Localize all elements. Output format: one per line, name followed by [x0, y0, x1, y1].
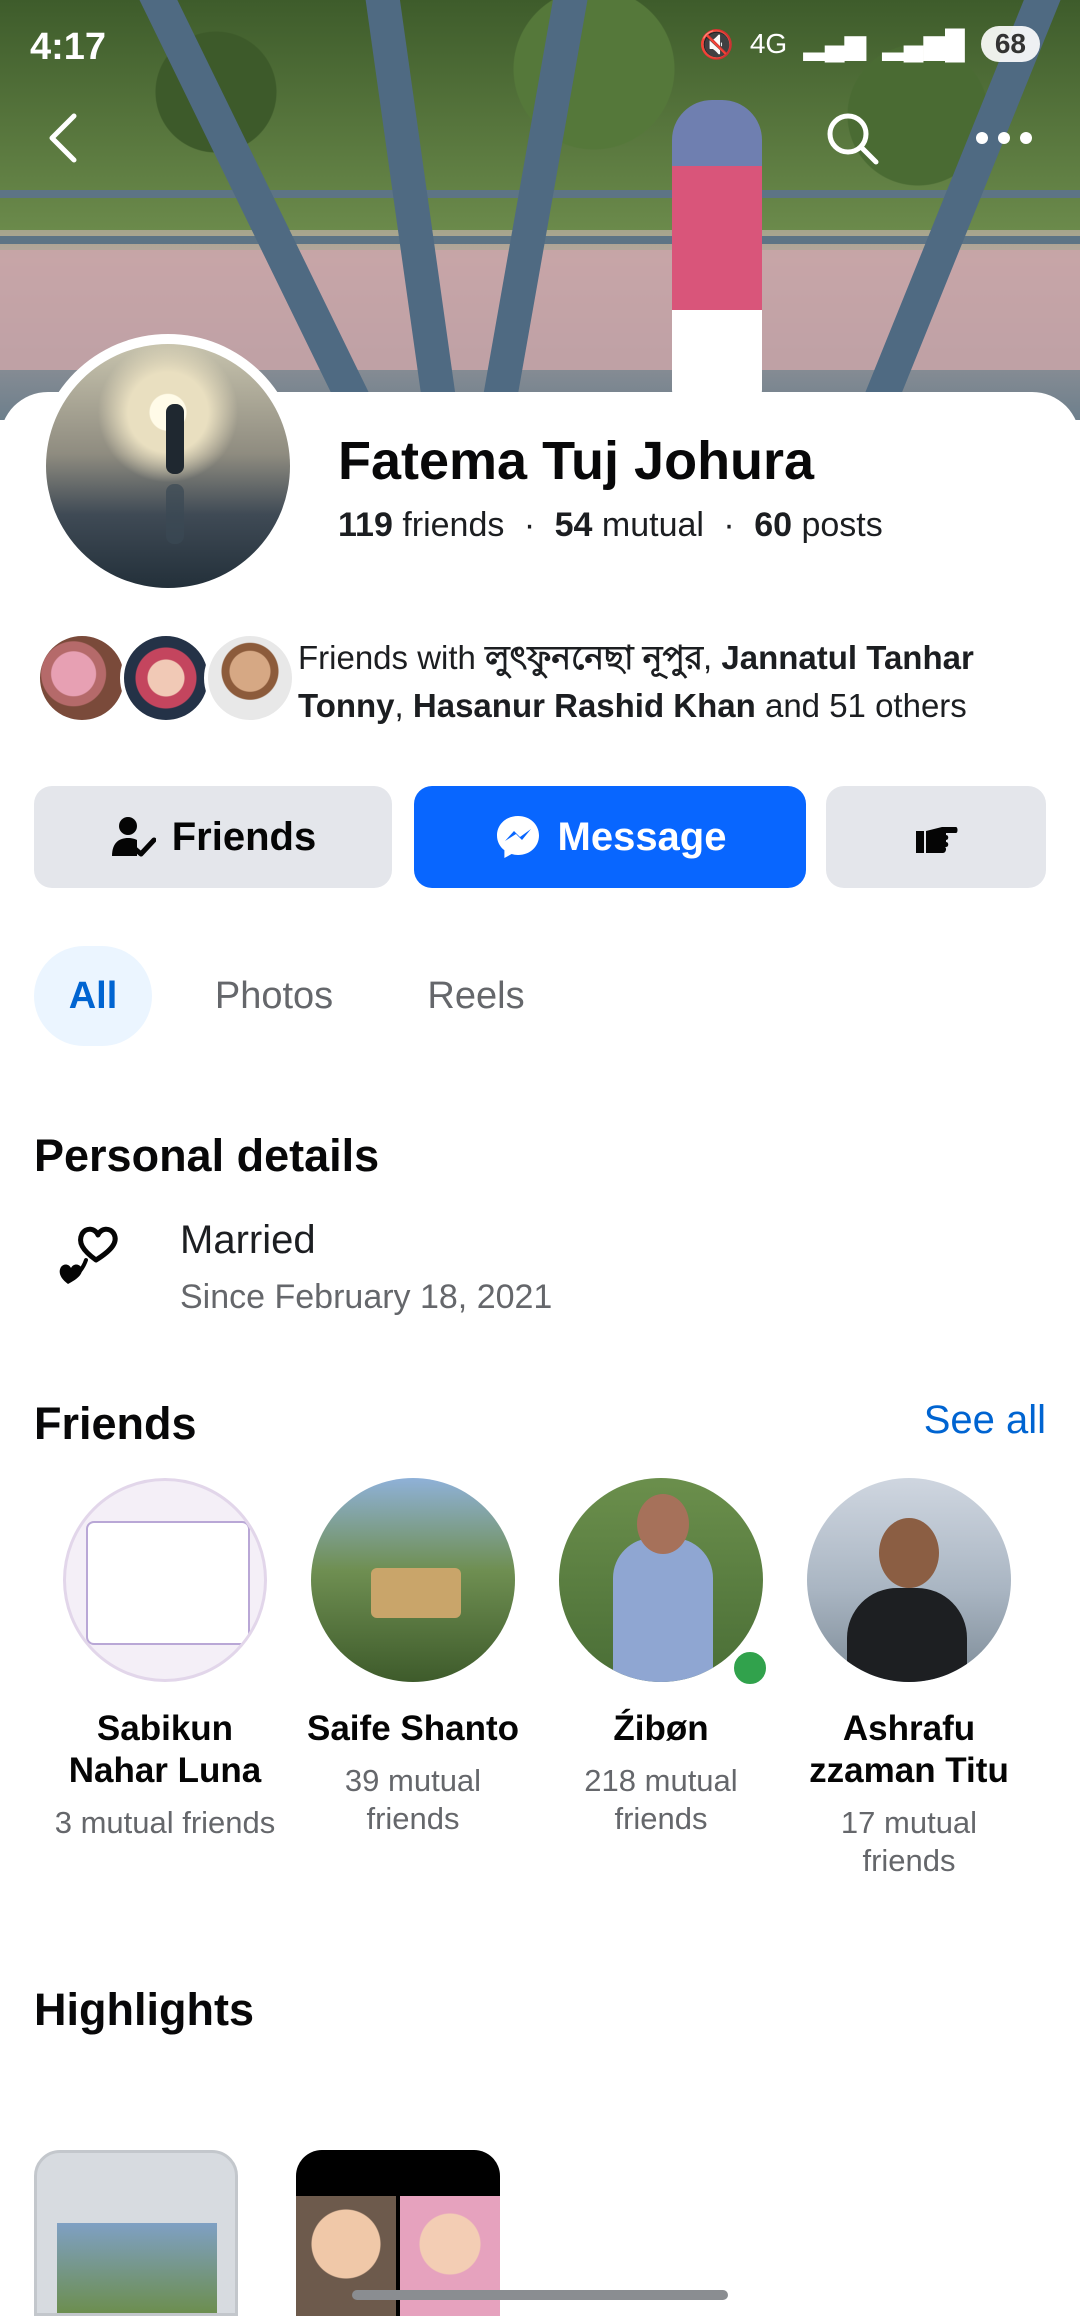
friend-name: Ashrafu zzaman Titu: [809, 1709, 1009, 1790]
status-time: 4:17: [30, 26, 107, 68]
mutual-prefix: Friends with: [298, 639, 486, 676]
stats-separator: ·: [523, 506, 536, 544]
hearts-icon: [59, 1226, 118, 1284]
messenger-icon: [496, 816, 539, 858]
more-options-button[interactable]: [972, 106, 1036, 170]
friend-card[interactable]: Saife Shanto 39 mutual friends: [298, 1478, 528, 1838]
profile-actions: Friends Message: [34, 786, 1046, 888]
tab-all[interactable]: All: [34, 946, 152, 1046]
status-icons: 🔇 4G ▂▄▆ ▂▄▆█ 68: [699, 26, 1040, 62]
tab-reels[interactable]: Reels: [396, 946, 556, 1046]
tab-photos[interactable]: Photos: [184, 946, 364, 1046]
signal-icon: ▂▄▆: [803, 28, 867, 60]
mutual-friends-text: Friends with লুৎফুননেছা নূপুর, Jannatul …: [298, 634, 1058, 730]
friend-mutual: 17 mutual friends: [840, 1805, 978, 1878]
relationship-status: Married: [180, 1218, 316, 1262]
profile-stats: 119 friends · 54 mutual · 60 posts: [338, 506, 883, 545]
friend-avatar: [311, 1478, 515, 1682]
friends-count: 119: [338, 506, 393, 544]
friend-avatar: [559, 1478, 763, 1682]
profile-name: Fatema Tuj Johura: [338, 431, 815, 491]
mutual-count: 54: [554, 506, 593, 544]
mutual-count-label: mutual: [601, 506, 704, 544]
poke-hand-icon: [916, 827, 958, 853]
friends-button[interactable]: Friends: [34, 786, 392, 888]
avatar-reflection: [166, 484, 184, 544]
friend-check-icon: [111, 817, 156, 857]
friends-count-label: friends: [402, 506, 505, 544]
signal-icon: ▂▄▆█: [882, 28, 965, 60]
mutual-friends-row[interactable]: Friends with লুৎফুননেছা নূপুর, Jannatul …: [36, 630, 1046, 730]
top-nav: [0, 100, 1080, 180]
search-button[interactable]: [820, 106, 884, 170]
friend-avatar: [807, 1478, 1011, 1682]
friends-section-title: Friends: [34, 1398, 197, 1449]
poke-button[interactable]: [826, 786, 1046, 888]
message-button-label: Message: [557, 814, 727, 859]
posts-count-label: posts: [801, 506, 883, 544]
mutual-name-1: লুৎফুননেছা নূপুর: [485, 639, 704, 676]
back-button[interactable]: [40, 108, 90, 168]
mutual-friend-avatar: [204, 632, 296, 724]
status-bar: 4:17 🔇 4G ▂▄▆ ▂▄▆█ 68: [0, 0, 1080, 90]
friend-mutual: 218 mutual friends: [584, 1763, 738, 1836]
mutual-comma: ,: [394, 687, 413, 724]
mutual-friend-avatar: [36, 632, 128, 724]
mutual-suffix: and 51 others: [755, 687, 967, 724]
search-icon: [827, 113, 879, 165]
battery-indicator: 68: [980, 26, 1040, 62]
stats-separator: ·: [723, 506, 735, 544]
more-dots-icon: [976, 132, 1032, 144]
mutual-name-3: Hasanur Rashid Khan: [412, 687, 756, 724]
friend-name: Saife Shanto: [307, 1709, 519, 1748]
friend-avatar: [63, 1478, 267, 1682]
avatar-figure: [166, 404, 184, 474]
friends-button-label: Friends: [171, 814, 317, 859]
mute-icon: 🔇: [698, 28, 734, 60]
back-arrow-icon: [49, 113, 77, 163]
see-all-friends-link[interactable]: See all: [924, 1398, 1046, 1443]
friend-card[interactable]: Ashrafu zzaman Titu 17 mutual friends: [794, 1478, 1024, 1880]
friend-name: Sabikun Nahar Luna: [68, 1709, 262, 1790]
highlights-title: Highlights: [34, 1984, 254, 2035]
mutual-comma: ,: [703, 639, 722, 676]
friend-mutual: 3 mutual friends: [54, 1805, 276, 1840]
online-status-dot: [728, 1646, 772, 1690]
profile-avatar[interactable]: [46, 344, 290, 588]
message-button[interactable]: Message: [414, 786, 806, 888]
friend-mutual: 39 mutual friends: [344, 1763, 482, 1836]
highlight-card[interactable]: [34, 2150, 238, 2316]
network-label: 4G: [749, 28, 788, 59]
mutual-friend-avatar: [120, 632, 212, 724]
personal-details-title: Personal details: [34, 1130, 380, 1181]
relationship-since: Since February 18, 2021: [180, 1278, 553, 1316]
friend-card[interactable]: Sabikun Nahar Luna 3 mutual friends: [50, 1478, 280, 1842]
friend-name: Źibøn: [613, 1709, 709, 1748]
home-indicator[interactable]: [352, 2290, 728, 2300]
posts-count: 60: [754, 506, 793, 544]
friends-list: Sabikun Nahar Luna 3 mutual friends Saif…: [0, 1478, 1080, 1898]
